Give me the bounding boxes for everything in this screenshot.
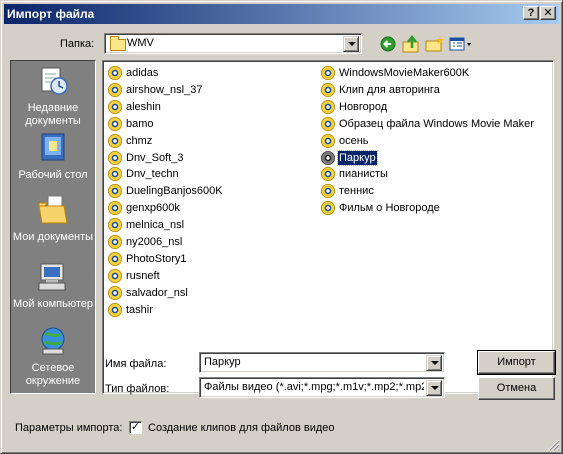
import-params-label: Параметры импорта: [15,422,123,434]
video-file-icon [321,66,335,80]
lookin-label: Папка: [60,38,95,50]
file-name: adidas [126,67,159,79]
filename-dropdown-button[interactable] [426,355,442,371]
filetype-dropdown-button[interactable] [426,380,442,396]
video-file-icon [321,167,335,182]
place-my-documents[interactable]: Мои документы [11,194,95,244]
file-name: aleshin [126,100,161,113]
recent-documents-icon [41,67,68,95]
video-file-icon [321,201,335,216]
back-button[interactable] [378,34,400,54]
folder-icon [110,36,126,51]
video-file-icon [108,150,122,165]
filename-label-text: Имя файла: [105,358,167,370]
video-file-icon [108,201,122,216]
resize-grip-icon[interactable] [548,439,560,451]
file-name: осень [339,134,369,147]
file-name: genxp600k [126,202,180,215]
places-bar: Недавние документы Рабочий стол Мои доку… [10,60,96,394]
video-file-icon [108,99,122,114]
video-file-icon [108,167,122,182]
video-file-icon [321,82,335,97]
video-file-icon [108,302,122,317]
place-desktop[interactable]: Рабочий стол [11,132,95,182]
video-file-icon [108,268,122,283]
file-name: Фильм о Новгороде [339,202,440,215]
filename-combobox[interactable]: Паркур [199,352,445,373]
video-file-icon [108,66,122,80]
place-my-computer[interactable]: Мой компьютер [11,261,95,311]
up-folder-icon [402,34,419,53]
file-name: Dnv_Soft_3 [126,151,184,164]
file-name: Образец файла Windows Movie Maker [339,117,534,130]
place-recent[interactable]: Недавние документы [11,65,95,128]
file-name: Новгород [339,100,388,113]
create-clips-checkbox[interactable]: ✓ [129,421,142,434]
window-title: Импорт файла [7,7,95,21]
filetype-label-text: Тип файлов: [105,383,170,395]
video-file-icon [108,184,122,199]
video-file-icon [321,150,335,165]
file-name: Паркур [337,149,378,166]
file-name: ny2006_nsl [126,236,183,248]
file-name: Dnv_techn [126,168,179,181]
file-name: пианисты [339,168,388,181]
file-name: PhotoStory1 [126,252,187,265]
create-clips-label: Создание клипов для файлов видео [148,422,335,434]
file-name: chmz [126,134,153,147]
cancel-button[interactable]: Отмена [478,377,555,400]
filetype-combobox[interactable]: Файлы видео (*.avi;*.mpg;*.m1v;*.mp2;*.m… [199,377,445,398]
video-file-icon [108,82,122,97]
file-name: salvador_nsl [126,286,188,299]
lookin-value: WMV [127,37,154,49]
place-network[interactable]: Сетевое окружение [11,325,95,388]
video-file-icon [108,116,122,131]
import-button[interactable]: Импорт [477,350,556,375]
filetype-label: Тип файлов: [105,383,169,395]
video-file-icon [108,218,122,233]
video-file-icon [321,116,335,131]
file-name: Клип для авторинга [339,83,440,96]
file-list[interactable]: adidas airshow_nsl_37aleshin bamo chmz Dnv_S… [102,60,554,394]
place-network-label: Сетевое окружение [25,362,81,387]
new-folder-button[interactable] [424,34,446,54]
video-file-icon [321,184,335,199]
back-icon [380,36,396,52]
filename-value: Паркур [204,356,241,368]
video-file-icon [108,251,122,266]
help-button[interactable]: ? [523,6,539,20]
video-file-icon [321,133,335,148]
video-file-icon [321,99,335,114]
network-places-icon [41,327,65,355]
video-file-icon [108,285,122,300]
place-desktop-label: Рабочий стол [18,169,88,181]
place-recent-label: Недавние документы [25,102,81,127]
place-my-documents-label: Мои документы [12,231,94,243]
file-name: rusneft [126,269,160,282]
filetype-value: Файлы видео (*.avi;*.mpg;*.m1v;*.mp2;*.m… [204,381,424,393]
view-menu-icon [449,37,471,51]
title-bar[interactable]: Импорт файла ? ✕ [4,4,559,24]
file-name: DuelingBanjos600K [126,185,223,198]
my-documents-icon [38,195,68,224]
file-name: melnica_nsl [126,219,185,232]
my-computer-icon [38,263,66,291]
view-menu-button[interactable] [448,34,474,54]
file-name: airshow_nsl_37 [126,83,203,96]
lookin-combobox[interactable]: WMV [104,33,362,54]
video-file-icon [108,235,122,249]
place-my-computer-label: Мой компьютер [12,298,94,310]
up-folder-button[interactable] [401,34,423,54]
file-name: WindowsMovieMaker600K [339,67,470,79]
close-button[interactable]: ✕ [540,6,556,20]
lookin-dropdown-button[interactable] [343,36,359,52]
video-file-icon [108,133,122,148]
file-name: tashir [126,303,153,316]
file-name: bamo [126,117,154,130]
filename-label: Имя файла: [105,358,166,370]
import-file-dialog: Импорт файла ? ✕ Папка: WMV Недавние док… [0,0,563,454]
file-name: теннис [339,185,374,198]
desktop-icon [41,133,65,161]
new-folder-icon [425,36,444,52]
